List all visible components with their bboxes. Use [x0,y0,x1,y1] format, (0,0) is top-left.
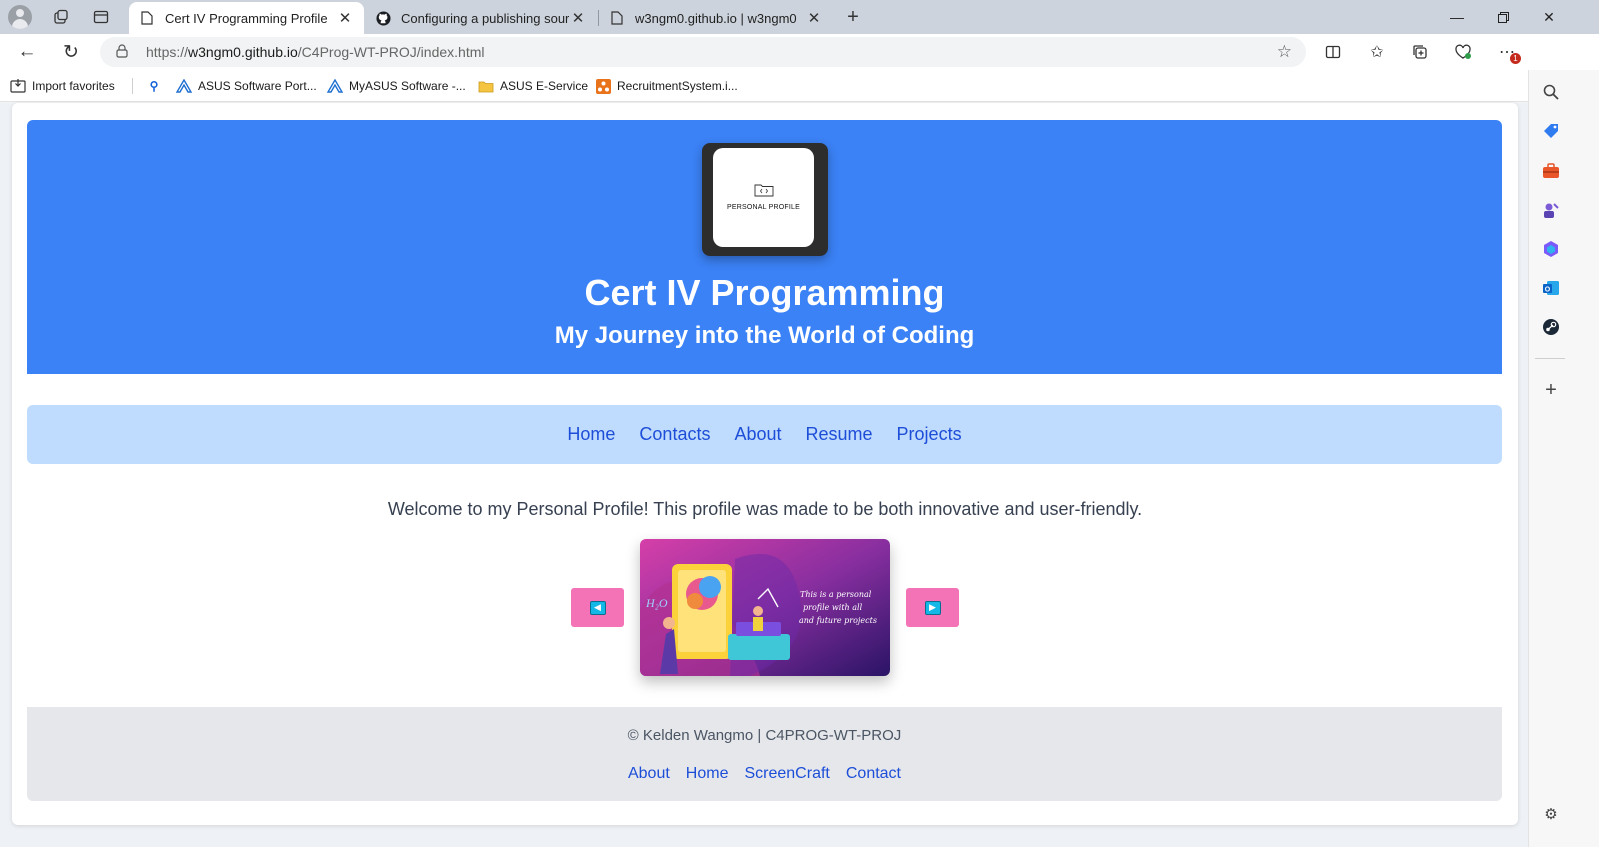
site-title: Cert IV Programming [584,272,945,313]
page-container: PERSONAL PROFILE Cert IV Programming My … [12,103,1518,825]
search-icon[interactable] [1539,80,1563,104]
nav-link-about[interactable]: About [734,424,781,445]
favorites-import-item[interactable]: Import favorites [10,77,115,95]
lock-icon[interactable] [116,43,136,61]
shopping-tag-icon[interactable] [1539,119,1563,143]
favorite-star-icon[interactable]: ☆ [1277,42,1292,62]
minimize-icon[interactable]: — [1434,0,1480,34]
tab-cert-iv-profile[interactable]: Cert IV Programming Profile ✕ [129,2,364,34]
site-footer: © Kelden Wangmo | C4PROG-WT-PROJ About H… [27,707,1502,801]
refresh-icon[interactable]: ↻ [56,38,86,66]
footer-links: About Home ScreenCraft Contact [27,765,1502,783]
profile-logo: PERSONAL PROFILE [702,143,828,256]
profile-avatar[interactable] [8,5,32,29]
asus-logo-icon [327,78,343,94]
folder-icon [478,78,494,94]
welcome-message: Welcome to my Personal Profile! This pro… [387,499,1143,519]
close-tab-icon[interactable]: ✕ [336,9,354,27]
tab-title: Configuring a publishing source [401,10,569,26]
page-icon [609,10,625,26]
logo-card: PERSONAL PROFILE [713,148,814,247]
nav-link-contacts[interactable]: Contacts [639,424,710,445]
tab-title: Cert IV Programming Profile [165,10,328,26]
logo-text: PERSONAL PROFILE [727,204,800,211]
favorites-asus-e-service[interactable]: ASUS E-Service [478,77,588,95]
favorites-myasus-software[interactable]: MyASUS Software -... [327,77,466,95]
add-sidebar-app-icon[interactable]: + [1539,378,1563,402]
tab-w3ngm0-github[interactable]: w3ngm0.github.io | w3ngm0 ✕ [599,2,833,34]
restore-icon[interactable] [1480,0,1526,34]
carousel-next-button[interactable]: ▶ [906,588,959,627]
microsoft-365-icon[interactable] [1539,237,1563,261]
site-header: PERSONAL PROFILE Cert IV Programming My … [27,120,1502,374]
search-icon: ⚲ [149,79,159,93]
footer-link-about[interactable]: About [628,765,670,783]
nav-link-resume[interactable]: Resume [806,424,873,445]
favorites-separator [132,78,133,94]
nav-link-home[interactable]: Home [567,424,615,445]
nav-link-projects[interactable]: Projects [897,424,962,445]
favorites-icon[interactable]: ✩ [1364,40,1390,64]
page-icon [139,10,155,26]
close-window-icon[interactable]: ✕ [1526,0,1572,34]
url-text[interactable]: https://w3ngm0.github.io/C4Prog-WT-PROJ/… [146,44,485,60]
sidebar-divider [1535,358,1565,359]
favorites-recruitment-system[interactable]: RecruitmentSystem.i... [595,77,738,95]
close-tab-icon[interactable]: ✕ [805,9,823,27]
split-screen-icon[interactable] [1320,40,1346,64]
slide-caption-line-1: This is a personal [800,590,872,599]
collections-icon[interactable] [1407,40,1433,64]
address-toolbar: ← ↻ https://w3ngm0.github.io/C4Prog-WT-P… [0,34,1599,98]
edge-sidebar: O + ⚙ [1528,70,1599,847]
vertical-tabs-icon[interactable] [86,4,116,30]
footer-link-contact[interactable]: Contact [846,765,901,783]
browser-essentials-icon[interactable] [1450,40,1476,64]
settings-more-icon[interactable]: ⋯ 1 [1494,40,1521,64]
svg-text:H₂O: H₂O [645,596,668,610]
svg-text:O: O [1545,287,1551,294]
site-subtitle: My Journey into the World of Coding [554,322,975,349]
slide-caption-line-2: profile with all [803,603,863,612]
page-viewport: PERSONAL PROFILE Cert IV Programming My … [0,103,1528,847]
favorites-bar: Import favorites ⚲ ASUS Software Port...… [0,70,1528,102]
notification-badge: 1 [1510,53,1521,64]
workspaces-icon[interactable] [46,4,76,30]
steam-icon[interactable] [1539,315,1563,339]
sidebar-settings-gear-icon[interactable]: ⚙ [1539,802,1563,826]
asus-logo-icon [176,78,192,94]
favorites-search-item[interactable]: ⚲ [146,77,168,95]
app-icon [595,78,611,94]
close-tab-icon[interactable]: ✕ [569,9,587,27]
import-icon [10,78,26,94]
footer-link-screencraft[interactable]: ScreenCraft [744,765,829,783]
back-arrow-icon[interactable]: ← [12,38,42,66]
tab-title: w3ngm0.github.io | w3ngm0 [635,10,797,26]
games-icon[interactable] [1539,198,1563,222]
carousel-slide-image: H₂O This is a personal profile with all … [640,539,890,676]
favorites-asus-software-portal[interactable]: ASUS Software Port... [176,77,317,95]
site-navigation: Home Contacts About Resume Projects [27,405,1502,464]
tab-strip: Cert IV Programming Profile ✕ Configurin… [0,0,1599,34]
github-icon [375,10,391,26]
address-bar[interactable]: https://w3ngm0.github.io/C4Prog-WT-PROJ/… [100,37,1306,67]
copyright-text: © Kelden Wangmo | C4PROG-WT-PROJ [627,727,902,744]
triangle-right-icon: ▶ [924,600,941,615]
outlook-icon[interactable]: O [1539,276,1563,300]
new-tab-button[interactable]: + [838,4,868,30]
folder-code-icon [754,184,774,200]
tab-publishing-source[interactable]: Configuring a publishing source ✕ [365,2,597,34]
carousel-prev-button[interactable]: ◀ [571,588,624,627]
footer-link-home[interactable]: Home [686,765,729,783]
triangle-left-icon: ◀ [589,600,606,615]
tools-briefcase-icon[interactable] [1539,159,1563,183]
slide-caption-line-3: and future projects [799,616,877,625]
